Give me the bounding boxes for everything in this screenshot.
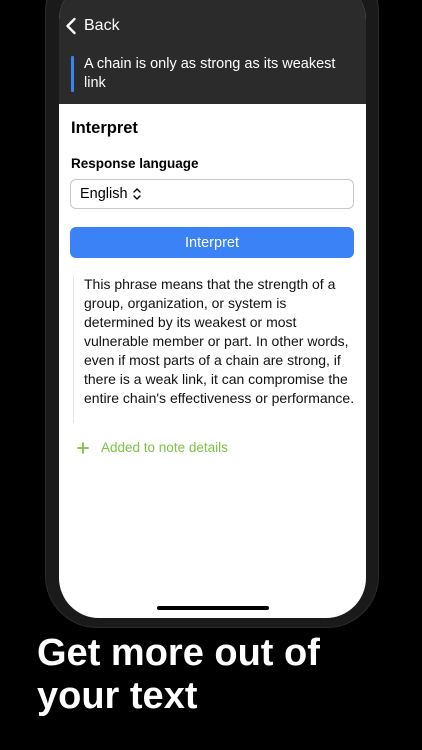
added-to-note-label: Added to note details <box>101 440 228 455</box>
result-divider <box>73 275 74 423</box>
added-to-note-button[interactable]: Added to note details <box>77 440 228 455</box>
interpret-button[interactable]: Interpret <box>70 227 354 258</box>
back-button[interactable]: Back <box>65 13 120 39</box>
response-language-value: English <box>80 186 128 202</box>
section-title: Interpret <box>71 119 138 137</box>
marketing-tagline: Get more out of your text <box>37 632 320 717</box>
nav-header: Back A chain is only as strong as its we… <box>59 0 366 104</box>
response-language-select[interactable]: English <box>70 179 354 209</box>
chevron-left-icon <box>66 17 76 35</box>
quote-text: A chain is only as strong as its weakest… <box>84 56 336 91</box>
plus-icon <box>77 441 89 454</box>
app-screen: Back A chain is only as strong as its we… <box>59 0 366 618</box>
home-indicator <box>157 606 269 610</box>
back-label: Back <box>84 17 120 34</box>
response-language-label: Response language <box>71 156 199 171</box>
chevron-up-down-icon <box>132 188 141 200</box>
interpretation-result: This phrase means that the strength of a… <box>84 276 355 406</box>
quote-accent-bar <box>71 56 74 92</box>
